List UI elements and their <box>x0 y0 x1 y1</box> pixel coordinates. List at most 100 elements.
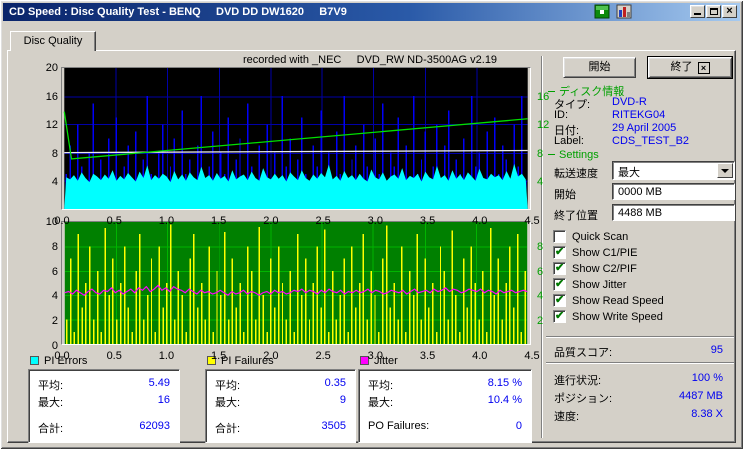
stat-value: 10.4 % <box>487 394 522 406</box>
separator <box>546 362 734 364</box>
stat-value: 8.15 % <box>487 377 522 389</box>
checkbox-label: Show C1/PIE <box>572 247 638 259</box>
axis-tick-label: 20 <box>45 62 58 74</box>
chevron-down-icon <box>721 169 729 173</box>
axis-tick-label: 0.5 <box>106 350 122 362</box>
progress-label: 進行状況: <box>554 375 602 387</box>
start-position-label: 開始 <box>554 189 576 201</box>
stat-value: 62093 <box>139 420 170 432</box>
stat-label: 平均: <box>368 380 394 392</box>
stat-row: PO Failures: 0 <box>368 420 522 433</box>
stat-label: 合計: <box>215 423 241 435</box>
checkbox-show-c1-pie[interactable]: ✔ Show C1/PIE <box>553 246 637 260</box>
axis-tick-label: 10 <box>45 216 58 228</box>
stat-value: 16 <box>157 394 170 406</box>
checkbox-show-c2-pif[interactable]: ✔ Show C2/PIF <box>553 262 637 276</box>
axis-tick-label: 2 <box>537 315 544 328</box>
axis-tick-label: 1.0 <box>158 215 175 227</box>
exit-x-icon: × <box>697 62 710 74</box>
minimize-icon <box>694 13 701 15</box>
jitter-stats-box: 平均: 8.15 % 最大: 10.4 % PO Failures: 0 <box>358 369 532 443</box>
disc-type-value: DVD-R <box>612 96 647 108</box>
axis-tick-label: 4 <box>51 290 58 303</box>
exit-button[interactable]: 終了 × <box>647 56 733 79</box>
checkbox-show-read-speed[interactable]: ✔ Show Read Speed <box>553 294 664 308</box>
checkbox-label: Show C2/PIF <box>572 263 637 275</box>
disc-id-value: RITEKG04 <box>612 109 666 121</box>
axis-tick-label: 3.0 <box>367 350 383 362</box>
stat-value: 0.35 <box>324 377 346 389</box>
axis-tick-label: 2.5 <box>315 215 331 227</box>
position-label: ポジション: <box>554 393 613 405</box>
axis-tick-label: 2.5 <box>315 350 331 362</box>
pi-failures-stats-box: 平均: 0.35 最大: 9 合計: 3505 <box>205 369 356 443</box>
stat-row: 合計: 3505 <box>215 420 346 435</box>
stat-value: 9 <box>339 394 346 406</box>
selected-option: 最大 <box>618 167 640 179</box>
checkbox-show-write-speed[interactable]: ✔ Show Write Speed <box>553 310 663 324</box>
stat-value: 3505 <box>321 420 346 432</box>
stat-label: 最大: <box>368 397 394 409</box>
start-position-field[interactable]: 0000 MB <box>612 183 735 200</box>
axis-tick-label: 4.5 <box>524 215 540 227</box>
quality-score-value: 95 <box>710 344 723 356</box>
close-icon: × <box>726 5 733 17</box>
pi-errors-swatch-icon <box>30 356 39 365</box>
checkbox-label: Quick Scan <box>572 231 629 243</box>
disc-date-value: 29 April 2005 <box>612 122 677 134</box>
checkbox-show-jitter[interactable]: ✔ Show Jitter <box>553 278 626 292</box>
pi-errors-chart <box>61 67 531 210</box>
checkmark-icon: ✔ <box>555 278 565 290</box>
axis-tick-label: 4 <box>51 176 58 189</box>
checkbox-quick-scan[interactable]: Quick Scan <box>553 230 628 244</box>
stat-row: 平均: 0.35 <box>215 377 346 392</box>
axis-tick-label: 1.0 <box>158 350 175 362</box>
stat-row: 最大: 9 <box>215 394 346 409</box>
axis-tick-label: 6 <box>51 265 58 278</box>
stat-row: 最大: 10.4 % <box>368 394 522 409</box>
transfer-speed-select[interactable]: 最大 <box>612 161 735 180</box>
axis-tick-label: 4.0 <box>472 215 488 227</box>
axis-tick-label: 3.5 <box>419 215 436 227</box>
dropdown-button[interactable] <box>717 163 733 178</box>
stat-value: 5.49 <box>148 377 170 389</box>
axis-tick-label: 0.0 <box>54 350 70 362</box>
progress-value: 100 % <box>691 372 723 384</box>
pi-failures-jitter-chart <box>61 221 531 345</box>
maximize-button[interactable] <box>706 5 721 18</box>
stat-row: 平均: 8.15 % <box>368 377 522 392</box>
disc-icon-glyph <box>594 4 610 19</box>
disc-label-value: CDS_TEST_B2 <box>612 135 690 147</box>
chart-icon[interactable] <box>616 4 632 22</box>
minimize-button[interactable] <box>690 5 705 18</box>
start-button[interactable]: 開始 <box>563 57 636 78</box>
axis-tick-label: 16 <box>45 90 58 103</box>
maximize-icon <box>710 8 718 15</box>
checkbox-box[interactable]: ✔ <box>553 278 566 291</box>
axis-tick-label: 8 <box>537 240 544 253</box>
chart-icon-glyph <box>616 4 632 19</box>
window-title: CD Speed : Disc Quality Test - BENQ DVD … <box>9 6 347 18</box>
titlebar[interactable]: CD Speed : Disc Quality Test - BENQ DVD … <box>3 3 740 21</box>
axis-tick-label: 12 <box>537 119 550 132</box>
disc-label-label: Label: <box>554 135 584 147</box>
axis-tick-label: 2 <box>51 315 58 328</box>
close-button[interactable]: × <box>722 5 737 18</box>
checkbox-label: Show Write Speed <box>572 311 663 323</box>
pi-errors-stats-box: 平均: 5.49 最大: 16 合計: 62093 <box>28 369 180 443</box>
end-position-label: 終了位置 <box>554 210 598 222</box>
axis-tick-label: 2.0 <box>263 350 279 362</box>
stat-row: 平均: 5.49 <box>38 377 170 392</box>
disc-icon[interactable] <box>594 4 610 22</box>
axis-tick-label: 8 <box>51 147 58 160</box>
stat-label: 最大: <box>38 397 64 409</box>
stat-label: PO Failures: <box>368 420 430 432</box>
axis-tick-label: 1.5 <box>211 215 227 227</box>
stat-label: 合計: <box>38 423 64 435</box>
axis-tick-label: 4 <box>537 176 544 189</box>
tab-disc-quality[interactable]: Disc Quality <box>10 31 96 51</box>
axis-tick-label: 0.5 <box>106 215 122 227</box>
section-title: Settings <box>559 149 599 161</box>
end-position-field[interactable]: 4488 MB <box>612 204 735 221</box>
recorded-note: recorded with _NEC DVD_RW ND-3500AG v2.1… <box>242 54 498 66</box>
